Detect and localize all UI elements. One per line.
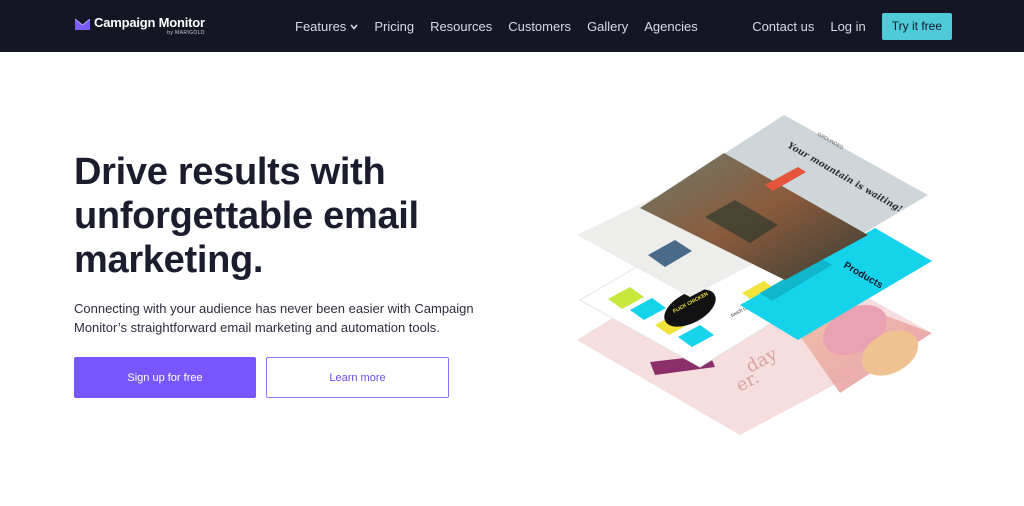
nav-customers[interactable]: Customers [508, 19, 571, 34]
primary-nav-links: Features Pricing Resources Customers Gal… [295, 0, 714, 52]
logo-subtitle: by MARIGOLD [167, 30, 205, 36]
try-it-free-button[interactable]: Try it free [881, 12, 952, 40]
nav-features-label: Features [295, 18, 347, 34]
nav-gallery[interactable]: Gallery [587, 19, 628, 34]
nav-agencies[interactable]: Agencies [644, 19, 697, 34]
top-navigation: Campaign Monitor by MARIGOLD Features Pr… [0, 0, 1024, 52]
login-link[interactable]: Log in [830, 19, 865, 34]
hero-headline-line-2: unforgettable email [74, 195, 419, 237]
nav-pricing[interactable]: Pricing [374, 19, 414, 34]
nav-right-actions: Contact us Log in Try it free [752, 0, 952, 52]
contact-us-link[interactable]: Contact us [752, 19, 814, 34]
nav-features[interactable]: Features [295, 19, 358, 34]
hero-headline: Drive results with unforgettable email m… [74, 150, 494, 282]
logo-name: Campaign Monitor [94, 15, 205, 30]
email-templates-illustration: day er. FLICK CHICKEN touch range Produc… [560, 105, 960, 445]
sign-up-button[interactable]: Sign up for free [74, 357, 256, 398]
hero-headline-line-1: Drive results with [74, 151, 386, 193]
stacked-email-cards-graphic: day er. FLICK CHICKEN touch range Produc… [577, 115, 932, 435]
envelope-logo-icon [75, 19, 90, 30]
hero-headline-line-3: marketing. [74, 239, 264, 281]
chevron-down-icon [350, 23, 358, 30]
learn-more-button[interactable]: Learn more [266, 357, 449, 398]
campaign-monitor-logo[interactable]: Campaign Monitor by MARIGOLD [75, 15, 205, 36]
nav-resources[interactable]: Resources [430, 19, 492, 34]
hero-subtext: Connecting with your audience has never … [74, 301, 474, 335]
